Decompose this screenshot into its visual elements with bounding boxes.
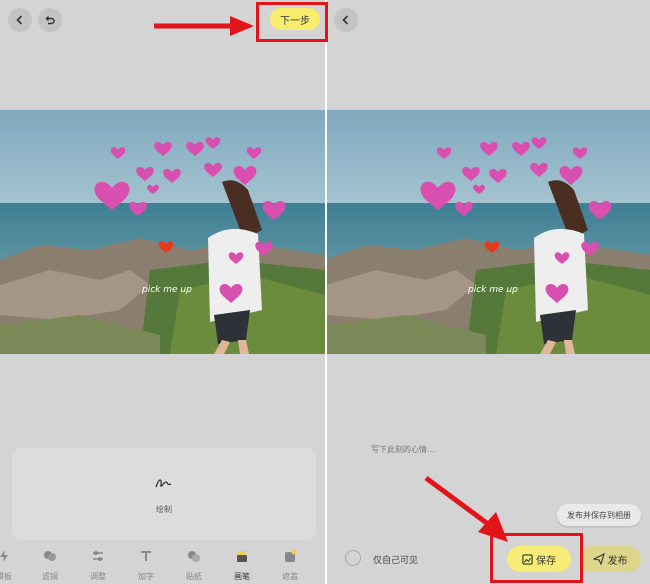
brush-icon [237,551,247,562]
filter-icon [44,551,56,561]
text-icon [141,551,151,561]
highlight-next-box [256,2,328,42]
tool-label: 画笔 [234,572,250,581]
tool-mask[interactable]: 遮盖 [272,548,308,582]
photo-watermark-text: pick me up [467,285,518,295]
send-icon [592,553,605,565]
private-label: 仅自己可见 [373,556,419,566]
private-radio[interactable] [345,550,361,566]
undo-button[interactable] [38,8,62,32]
photo-watermark-text: pick me up [141,285,192,295]
tool-label: 贴纸 [186,572,202,581]
tool-filter[interactable]: 滤镜 [32,548,68,582]
draw-panel[interactable]: 绘制 [12,448,316,540]
chevron-left-icon [342,15,349,25]
mask-icon [285,549,297,562]
arrow-to-save-icon [424,475,508,542]
tool-text[interactable]: 加字 [128,548,164,582]
arrow-to-next-icon [154,16,254,36]
back-button[interactable] [334,8,358,32]
chevron-left-icon [16,15,23,25]
tool-label: 加字 [138,572,154,581]
tool-bar: 模板 滤镜 调整 加字 贴纸 画笔 遮盖 [0,544,325,584]
publish-label: 发布 [607,555,628,567]
publish-button[interactable]: 发布 [579,546,641,572]
sticker-icon [188,551,200,562]
tool-brush[interactable]: 画笔 [224,548,260,582]
template-icon [0,550,8,562]
tool-label: 滤镜 [42,572,58,581]
tool-label: 模板 [0,572,12,581]
undo-icon [45,16,55,25]
preview-photo: pick me up [327,110,650,354]
tool-template[interactable]: 模板 [0,548,22,582]
edited-photo: pick me up [0,110,325,354]
caption-input[interactable]: 写下此刻的心情… [371,444,435,455]
publish-tooltip: 发布并保存到相册 [557,504,641,526]
scribble-icon [155,479,172,488]
back-button[interactable] [8,8,32,32]
draw-label: 绘制 [156,505,172,514]
editor-screen: 下一步 pick me up 绘制 板 滤镜 调整 加字 贴纸 画笔 遮盖 [0,0,325,584]
tool-sticker[interactable]: 贴纸 [176,548,212,582]
tool-adjust[interactable]: 调整 [80,548,116,582]
tool-label: 调整 [90,572,106,581]
tool-label: 遮盖 [282,572,298,581]
adjust-icon [93,551,103,561]
